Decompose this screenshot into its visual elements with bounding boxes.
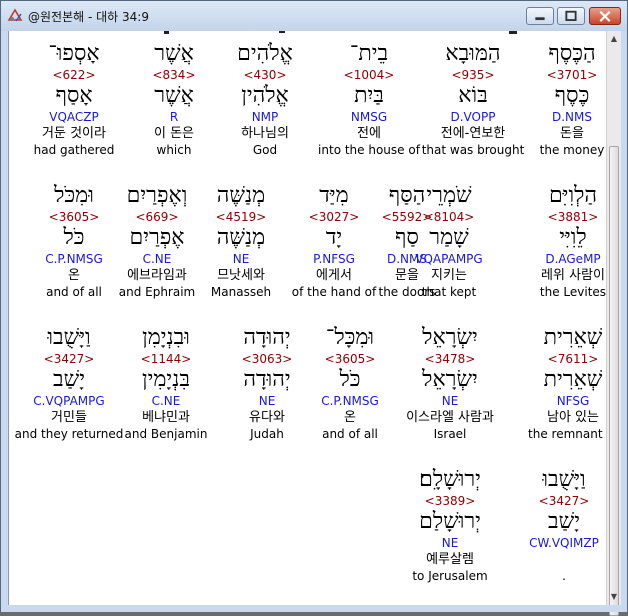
- word-entry[interactable]: בֵית־ <1004> בַּיִת NMSG 전에 into the house of: [309, 41, 429, 158]
- word-entry[interactable]: יְרוּשָׁלִָם׃ <3389> יְרוּשָׁלַם NE 예루살렘 to J…: [390, 467, 510, 584]
- strong-number[interactable]: <3605>: [14, 209, 134, 225]
- word-entry[interactable]: אָסְפוּ־ <622> אָסַף VQACZP 거둔 것이라 had gather…: [14, 41, 134, 158]
- parsing-code: D.VOPP: [450, 110, 496, 124]
- strong-number[interactable]: <622>: [14, 67, 134, 83]
- close-button[interactable]: [589, 7, 621, 25]
- strong-number[interactable]: <935>: [413, 67, 533, 83]
- word-entry[interactable]: וּמִכֹּל <3605> כֹּל C.P.NMSG 온 and of all: [14, 183, 134, 300]
- hebrew-root: אָסַף: [55, 83, 93, 108]
- strong-number[interactable]: <1004>: [309, 67, 429, 83]
- korean-gloss: 남아 있는: [547, 410, 599, 425]
- korean-gloss: 거민들: [51, 410, 87, 425]
- minimize-button[interactable]: [526, 7, 554, 25]
- hebrew-word: בֵית־: [349, 41, 389, 66]
- word-entry[interactable]: וַיָּשֻׁבוּ <3427> יָשַׁב CW.VQIMZP .: [504, 467, 607, 584]
- english-gloss: to Jerusalem: [412, 569, 488, 583]
- parsing-code: C.P.NMSG: [45, 252, 103, 266]
- korean-gloss: 예루살렘: [426, 552, 474, 567]
- korean-gloss: 온: [68, 268, 80, 283]
- hebrew-word: יְרוּשָׁלִָם׃: [419, 467, 481, 492]
- vertical-scrollbar[interactable]: ▲ ▼: [606, 31, 621, 616]
- english-gloss: that was brought: [421, 143, 525, 157]
- hebrew-root: בַּיִת: [354, 83, 384, 108]
- window-frame-bottom: [1, 605, 627, 612]
- strong-number[interactable]: <3427>: [504, 493, 607, 509]
- word-entry[interactable]: הַמּוּבָא <935> בּוֹא D.VOPP 전에-연보한 that was …: [413, 41, 533, 158]
- english-gloss: the remnant of: [528, 427, 607, 441]
- parsing-code: D.AGeMP: [545, 252, 601, 266]
- korean-gloss: 전에-연보한: [440, 126, 506, 141]
- hebrew-root: בּוֹא: [458, 83, 488, 108]
- hebrew-word: אָסְפוּ־: [48, 41, 100, 66]
- close-icon: [599, 10, 611, 22]
- hebrew-root: יָשַׁב: [53, 367, 85, 392]
- strong-number[interactable]: <3427>: [9, 351, 129, 367]
- verse-view[interactable]: הַכֶּסֶף <3701> כֶּסֶף D.NMS 돈을 the money הַמּ…: [8, 31, 607, 605]
- title-bar[interactable]: @원전본해 - 대하 34:9: [1, 1, 627, 31]
- app-window: @원전본해 - 대하 34:9 הַכֶּסֶף <3701> כֶּסֶף D.NM…: [0, 0, 628, 616]
- hebrew-word: וַיָּשֻׁבוּ: [47, 325, 91, 350]
- word-entry[interactable]: שְׁאֵרִית <7611> שְׁאֵרִית NFSG 남아 있는 the rem…: [513, 325, 607, 442]
- english-gloss: the Levites: [539, 285, 607, 299]
- parsing-code: CW.VQIMZP: [529, 536, 599, 550]
- hebrew-root: שְׁאֵרִית: [543, 367, 603, 392]
- parsing-code: VQACZP: [49, 110, 99, 124]
- hebrew-word: שְׁאֵרִית: [543, 325, 603, 350]
- strong-number[interactable]: <3881>: [513, 209, 607, 225]
- strong-number[interactable]: <3389>: [390, 493, 510, 509]
- parsing-code: NFSG: [556, 394, 590, 408]
- clipped-text-row: [164, 31, 517, 34]
- korean-gloss: [504, 551, 607, 569]
- strong-number[interactable]: <7611>: [513, 351, 607, 367]
- minimize-icon: [535, 17, 545, 21]
- hebrew-word: וַיָּשֻׁבוּ: [542, 467, 586, 492]
- scrollbar-thumb[interactable]: [609, 146, 619, 616]
- app-icon: [7, 8, 23, 22]
- parsing-code: NE: [441, 536, 459, 550]
- maximize-button[interactable]: [557, 7, 585, 25]
- english-gloss: had gathered: [33, 143, 115, 157]
- korean-gloss: 거둔 것이라: [42, 126, 106, 141]
- maximize-icon: [565, 10, 577, 21]
- korean-gloss: 전에: [357, 126, 381, 141]
- english-gloss: .: [562, 569, 566, 583]
- hebrew-root: לֵוִיִּי: [559, 225, 587, 250]
- english-gloss: and of all: [46, 285, 102, 299]
- word-entry[interactable]: וַיָּשֻׁבוּ <3427> יָשַׁב C.VQPAMPG 거민들 and t…: [9, 325, 129, 442]
- english-gloss: and they returned: [14, 427, 124, 441]
- hebrew-root: יָשַׁב: [548, 509, 580, 534]
- english-gloss: into the house of: [318, 143, 420, 157]
- word-entry[interactable]: הַלְוִיִּם <3881> לֵוִיִּי D.AGeMP 레위 사람이 the…: [513, 183, 607, 300]
- scroll-up-icon[interactable]: ▲: [609, 33, 619, 45]
- hebrew-word: וּמִכֹּל: [54, 183, 94, 208]
- hebrew-root: יְרוּשָׁלַם: [419, 509, 481, 534]
- korean-gloss: 레위 사람이: [541, 268, 605, 283]
- parsing-code: C.VQPAMPG: [33, 394, 105, 408]
- hebrew-word: הַלְוִיִּם: [548, 183, 598, 208]
- hebrew-root: כֹּל: [63, 225, 85, 250]
- window-title: @원전본해 - 대하 34:9: [28, 10, 149, 24]
- hebrew-word: הַמּוּבָא: [445, 41, 501, 66]
- scroll-down-icon[interactable]: ▼: [609, 591, 619, 603]
- parsing-code: NMSG: [350, 110, 388, 124]
